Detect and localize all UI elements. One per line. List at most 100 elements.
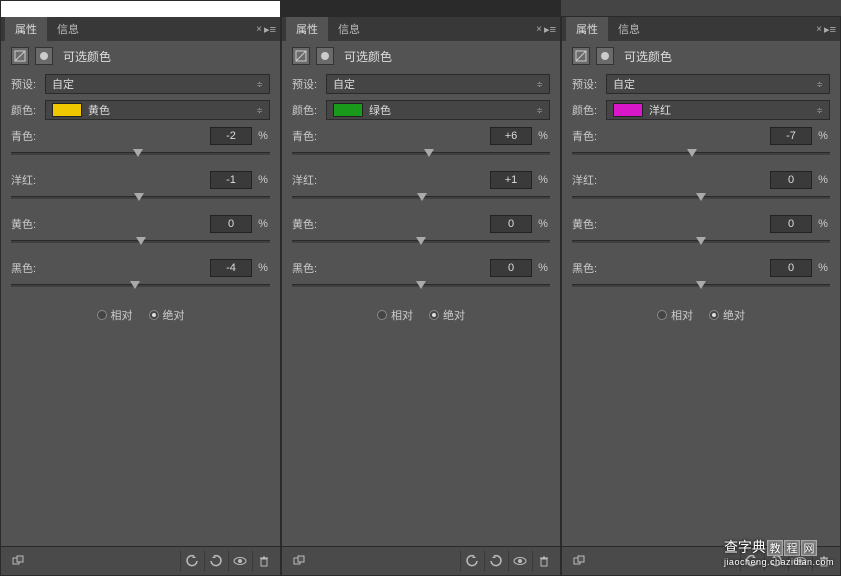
reset-icon[interactable] bbox=[204, 551, 226, 571]
panel-title: 可选颜色 bbox=[344, 48, 392, 65]
tab-info[interactable]: 信息 bbox=[47, 17, 89, 41]
cyan-slider[interactable] bbox=[572, 147, 830, 161]
preset-select[interactable]: 自定≑ bbox=[606, 74, 830, 94]
color-select[interactable]: 黄色≑ bbox=[45, 100, 270, 120]
panel-2: 属性 信息 × ▸≡ 可选颜色 预设: 自定≑ 颜色: 绿色≑ 青色:% 洋红:… bbox=[281, 0, 561, 576]
magenta-input[interactable] bbox=[210, 171, 252, 189]
cyan-input[interactable] bbox=[210, 127, 252, 145]
reset-icon[interactable] bbox=[484, 551, 506, 571]
slider-magenta: 洋红:% bbox=[562, 167, 840, 211]
color-select[interactable]: 绿色≑ bbox=[326, 100, 550, 120]
absolute-label: 绝对 bbox=[163, 307, 185, 323]
yellow-slider[interactable] bbox=[572, 235, 830, 249]
radio-icon bbox=[709, 310, 719, 320]
color-row: 颜色: 洋红≑ bbox=[562, 97, 840, 123]
preset-label: 预设: bbox=[292, 76, 322, 92]
color-select[interactable]: 洋红≑ bbox=[606, 100, 830, 120]
color-swatch bbox=[52, 103, 82, 117]
cyan-input[interactable] bbox=[490, 127, 532, 145]
mask-icon bbox=[316, 47, 334, 65]
watermark: 查字典教程网 jiaocheng.chazidian.com bbox=[724, 537, 834, 567]
pct-label: % bbox=[536, 262, 550, 274]
panel-3: 属性 信息 × ▸≡ 可选颜色 预设: 自定≑ 颜色: 洋红≑ 青色:% 洋红:… bbox=[561, 16, 841, 576]
preset-value: 自定 bbox=[613, 76, 635, 92]
preset-select[interactable]: 自定≑ bbox=[45, 74, 270, 94]
dark-bar bbox=[282, 1, 560, 17]
close-icon[interactable]: × bbox=[816, 24, 822, 35]
black-input[interactable] bbox=[770, 259, 812, 277]
black-slider[interactable] bbox=[292, 279, 550, 293]
yellow-slider[interactable] bbox=[292, 235, 550, 249]
cyan-label: 青色: bbox=[11, 128, 36, 144]
radio-absolute[interactable]: 绝对 bbox=[429, 307, 465, 323]
watermark-url: jiaocheng.chazidian.com bbox=[724, 557, 834, 567]
close-icon[interactable]: × bbox=[536, 24, 542, 35]
black-label: 黑色: bbox=[572, 260, 597, 276]
panel-1: 属性 信息 × ▸≡ 可选颜色 预设: 自定≑ 颜色: 黄色≑ 青色:% 洋红:… bbox=[0, 0, 281, 576]
radio-relative[interactable]: 相对 bbox=[657, 307, 693, 323]
cyan-slider[interactable] bbox=[292, 147, 550, 161]
panel-menu-icon[interactable]: ▸≡ bbox=[544, 23, 556, 36]
cyan-input[interactable] bbox=[770, 127, 812, 145]
pct-label: % bbox=[256, 262, 270, 274]
cyan-slider[interactable] bbox=[11, 147, 270, 161]
yellow-slider[interactable] bbox=[11, 235, 270, 249]
black-input[interactable] bbox=[210, 259, 252, 277]
tab-properties[interactable]: 属性 bbox=[286, 17, 328, 41]
relative-label: 相对 bbox=[391, 307, 413, 323]
preset-select[interactable]: 自定≑ bbox=[326, 74, 550, 94]
tab-properties[interactable]: 属性 bbox=[5, 17, 47, 41]
panel-menu-icon[interactable]: ▸≡ bbox=[264, 23, 276, 36]
mode-radios: 相对 绝对 bbox=[282, 299, 560, 331]
clip-icon[interactable] bbox=[568, 551, 590, 571]
magenta-slider[interactable] bbox=[292, 191, 550, 205]
yellow-input[interactable] bbox=[770, 215, 812, 233]
visibility-icon[interactable] bbox=[508, 551, 530, 571]
color-swatch bbox=[333, 103, 363, 117]
color-value: 洋红 bbox=[649, 102, 671, 118]
tab-info[interactable]: 信息 bbox=[608, 17, 650, 41]
radio-icon bbox=[657, 310, 667, 320]
trash-icon[interactable] bbox=[252, 551, 274, 571]
yellow-input[interactable] bbox=[490, 215, 532, 233]
panel-header: 可选颜色 bbox=[562, 41, 840, 71]
magenta-slider[interactable] bbox=[11, 191, 270, 205]
absolute-label: 绝对 bbox=[443, 307, 465, 323]
mask-icon bbox=[35, 47, 53, 65]
trash-icon[interactable] bbox=[532, 551, 554, 571]
black-slider[interactable] bbox=[572, 279, 830, 293]
prev-icon[interactable] bbox=[460, 551, 482, 571]
yellow-input[interactable] bbox=[210, 215, 252, 233]
magenta-input[interactable] bbox=[770, 171, 812, 189]
preset-row: 预设: 自定≑ bbox=[562, 71, 840, 97]
clip-icon[interactable] bbox=[288, 551, 310, 571]
black-input[interactable] bbox=[490, 259, 532, 277]
radio-icon bbox=[149, 310, 159, 320]
radio-relative[interactable]: 相对 bbox=[97, 307, 133, 323]
radio-relative[interactable]: 相对 bbox=[377, 307, 413, 323]
slider-black: 黑色:% bbox=[1, 255, 280, 299]
slider-black: 黑色:% bbox=[282, 255, 560, 299]
preset-row: 预设: 自定≑ bbox=[1, 71, 280, 97]
black-slider[interactable] bbox=[11, 279, 270, 293]
slider-cyan: 青色:% bbox=[562, 123, 840, 167]
adjustment-icon bbox=[292, 47, 310, 65]
magenta-slider[interactable] bbox=[572, 191, 830, 205]
clip-icon[interactable] bbox=[7, 551, 29, 571]
magenta-input[interactable] bbox=[490, 171, 532, 189]
tab-info[interactable]: 信息 bbox=[328, 17, 370, 41]
visibility-icon[interactable] bbox=[228, 551, 250, 571]
panel-menu-icon[interactable]: ▸≡ bbox=[824, 23, 836, 36]
color-value: 绿色 bbox=[369, 102, 391, 118]
relative-label: 相对 bbox=[671, 307, 693, 323]
tab-properties[interactable]: 属性 bbox=[566, 17, 608, 41]
prev-icon[interactable] bbox=[180, 551, 202, 571]
panel-footer bbox=[1, 546, 280, 575]
close-icon[interactable]: × bbox=[256, 24, 262, 35]
radio-absolute[interactable]: 绝对 bbox=[149, 307, 185, 323]
radio-absolute[interactable]: 绝对 bbox=[709, 307, 745, 323]
mode-radios: 相对 绝对 bbox=[562, 299, 840, 331]
magenta-label: 洋红: bbox=[572, 172, 597, 188]
preset-label: 预设: bbox=[11, 76, 41, 92]
watermark-tag: 网 bbox=[801, 540, 817, 556]
